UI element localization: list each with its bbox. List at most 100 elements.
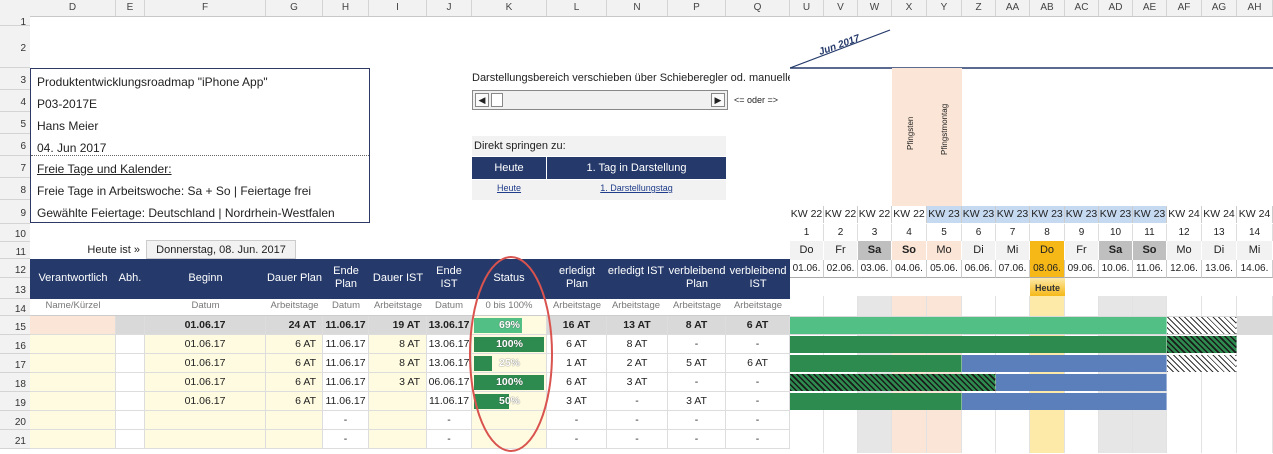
cell-beginn[interactable]: 01.06.17 xyxy=(145,373,266,392)
cell-dauer-plan[interactable]: 6 AT xyxy=(266,373,323,392)
column-header-l[interactable]: L xyxy=(547,0,607,16)
row-header-16[interactable]: 16 xyxy=(0,335,30,354)
column-header-x[interactable]: X xyxy=(892,0,927,16)
column-header-k[interactable]: K xyxy=(472,0,547,16)
gantt-bar[interactable] xyxy=(1167,355,1237,372)
column-header-e[interactable]: E xyxy=(116,0,145,16)
cell-erl-ist[interactable]: 2 AT xyxy=(607,354,668,373)
cell-erl-plan[interactable]: 3 AT xyxy=(547,392,607,411)
cell-verb-ist[interactable]: - xyxy=(726,430,790,449)
dependency-cell[interactable] xyxy=(116,335,145,354)
first-day-button[interactable]: 1. Tag in Darstellung xyxy=(547,157,726,179)
row-header-12[interactable]: 12 xyxy=(0,259,30,278)
row-header-18[interactable]: 18 xyxy=(0,373,30,392)
row-header-7[interactable]: 7 xyxy=(0,156,30,178)
cell-verb-plan[interactable]: - xyxy=(668,430,726,449)
column-header-h[interactable]: H xyxy=(323,0,369,16)
first-day-link[interactable]: 1. Darstellungstag xyxy=(547,183,726,193)
responsible-cell[interactable] xyxy=(30,411,116,430)
column-header-ae[interactable]: AE xyxy=(1133,0,1167,16)
cell-dauer-ist[interactable] xyxy=(369,430,427,449)
row-header-15[interactable]: 15 xyxy=(0,316,30,335)
scroll-thumb[interactable] xyxy=(491,93,503,107)
cell-erl-plan[interactable]: 16 AT xyxy=(547,316,607,335)
gantt-bar[interactable] xyxy=(1167,317,1237,334)
dependency-cell[interactable] xyxy=(116,316,145,335)
gantt-bar[interactable] xyxy=(962,355,1167,372)
cell-dauer-ist[interactable] xyxy=(369,411,427,430)
row-header-9[interactable]: 9 xyxy=(0,200,30,224)
cell-erl-plan[interactable]: 6 AT xyxy=(547,373,607,392)
row-header-4[interactable]: 4 xyxy=(0,90,30,112)
cell-verb-plan[interactable]: - xyxy=(668,335,726,354)
dependency-cell[interactable] xyxy=(116,411,145,430)
cell-beginn[interactable] xyxy=(145,411,266,430)
cell-beginn[interactable]: 01.06.17 xyxy=(145,335,266,354)
row-header-1[interactable]: 1 xyxy=(0,16,30,28)
responsible-cell[interactable] xyxy=(30,392,116,411)
gantt-bar[interactable] xyxy=(790,336,1167,353)
cell-dauer-plan[interactable]: 6 AT xyxy=(266,335,323,354)
column-header-q[interactable]: Q xyxy=(726,0,790,16)
column-header-ac[interactable]: AC xyxy=(1065,0,1099,16)
cell-ende-plan[interactable]: 11.06.17 xyxy=(323,392,369,411)
row-header-20[interactable]: 20 xyxy=(0,411,30,430)
cell-verb-ist[interactable]: - xyxy=(726,411,790,430)
scroll-bar[interactable]: ◀ ▶ xyxy=(472,90,728,110)
cell-verb-ist[interactable]: - xyxy=(726,392,790,411)
responsible-cell[interactable] xyxy=(30,335,116,354)
column-header-i[interactable]: I xyxy=(369,0,427,16)
column-header-j[interactable]: J xyxy=(427,0,472,16)
row-header-8[interactable]: 8 xyxy=(0,178,30,200)
column-header-ab[interactable]: AB xyxy=(1030,0,1065,16)
column-header-u[interactable]: U xyxy=(790,0,824,16)
cell-verb-ist[interactable]: - xyxy=(726,373,790,392)
dependency-cell[interactable] xyxy=(116,430,145,449)
cell-dauer-ist[interactable]: 8 AT xyxy=(369,335,427,354)
gantt-bar[interactable] xyxy=(790,393,962,410)
column-header-aa[interactable]: AA xyxy=(996,0,1030,16)
cell-erl-ist[interactable]: - xyxy=(607,392,668,411)
cell-ende-plan[interactable]: 11.06.17 xyxy=(323,373,369,392)
row-header-13[interactable]: 13 xyxy=(0,278,30,299)
cell-verb-plan[interactable]: 5 AT xyxy=(668,354,726,373)
gantt-bar[interactable] xyxy=(790,374,996,391)
column-header-p[interactable]: P xyxy=(668,0,726,16)
column-header-w[interactable]: W xyxy=(858,0,892,16)
gantt-bar[interactable] xyxy=(962,393,1167,410)
cell-verb-ist[interactable]: 6 AT xyxy=(726,316,790,335)
cell-verb-plan[interactable]: - xyxy=(668,411,726,430)
cell-erl-ist[interactable]: - xyxy=(607,411,668,430)
row-header-11[interactable]: 11 xyxy=(0,242,30,259)
cell-beginn[interactable]: 01.06.17 xyxy=(145,316,266,335)
cell-ende-plan[interactable]: 11.06.17 xyxy=(323,316,369,335)
cell-erl-plan[interactable]: 6 AT xyxy=(547,335,607,354)
cell-verb-plan[interactable]: 3 AT xyxy=(668,392,726,411)
dependency-cell[interactable] xyxy=(116,392,145,411)
responsible-cell[interactable] xyxy=(30,354,116,373)
cell-erl-plan[interactable]: 1 AT xyxy=(547,354,607,373)
row-header-2[interactable]: 2 xyxy=(0,26,30,68)
cell-dauer-plan[interactable] xyxy=(266,411,323,430)
cell-ende-plan[interactable]: - xyxy=(323,411,369,430)
scroll-right-arrow-icon[interactable]: ▶ xyxy=(711,93,725,107)
column-header-d[interactable]: D xyxy=(30,0,116,16)
column-header-ag[interactable]: AG xyxy=(1202,0,1237,16)
cell-beginn[interactable]: 01.06.17 xyxy=(145,354,266,373)
column-header-f[interactable]: F xyxy=(145,0,266,16)
cell-dauer-ist[interactable]: 19 AT xyxy=(369,316,427,335)
cell-dauer-plan[interactable] xyxy=(266,430,323,449)
row-header-10[interactable]: 10 xyxy=(0,224,30,242)
cell-dauer-ist[interactable] xyxy=(369,392,427,411)
gantt-bar[interactable] xyxy=(996,374,1167,391)
column-header-ad[interactable]: AD xyxy=(1099,0,1133,16)
cell-dauer-ist[interactable]: 8 AT xyxy=(369,354,427,373)
column-header-af[interactable]: AF xyxy=(1167,0,1202,16)
row-header-6[interactable]: 6 xyxy=(0,134,30,156)
column-header-g[interactable]: G xyxy=(266,0,323,16)
row-header-5[interactable]: 5 xyxy=(0,112,30,134)
dependency-cell[interactable] xyxy=(116,354,145,373)
cell-ende-plan[interactable]: - xyxy=(323,430,369,449)
cell-erl-ist[interactable]: 13 AT xyxy=(607,316,668,335)
row-header-3[interactable]: 3 xyxy=(0,68,30,90)
